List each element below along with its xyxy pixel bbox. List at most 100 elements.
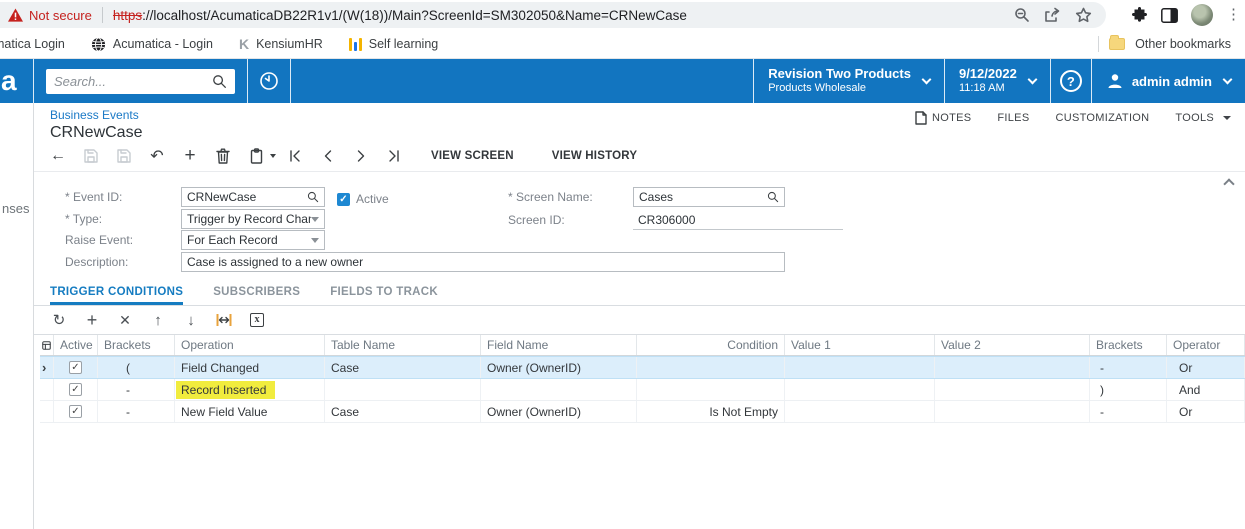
cell-value2[interactable]	[935, 401, 1090, 422]
address-bar[interactable]: Not secure https://localhost/AcumaticaDB…	[0, 2, 1106, 28]
column-header-table-name[interactable]: Table Name	[325, 335, 481, 355]
bookmark-star-icon[interactable]	[1075, 7, 1092, 23]
company-selector[interactable]: Revision Two Products Products Wholesale	[754, 59, 944, 103]
cell-value1[interactable]	[785, 401, 935, 422]
tab-fields-to-track[interactable]: FIELDS TO TRACK	[330, 286, 438, 305]
cell-condition[interactable]	[637, 379, 785, 400]
collapse-panel-icon[interactable]	[1223, 178, 1235, 190]
date-time-selector[interactable]: 9/12/2022 11:18 AM	[945, 59, 1050, 103]
share-icon[interactable]	[1044, 7, 1061, 23]
extensions-puzzle-icon[interactable]	[1131, 6, 1148, 24]
cell-brackets2[interactable]: -	[1090, 401, 1167, 422]
move-row-down-button[interactable]: ↓	[182, 311, 200, 329]
undo-button[interactable]: ↶	[147, 146, 167, 166]
column-header-field-name[interactable]: Field Name	[481, 335, 637, 355]
description-input[interactable]: Case is assigned to a new owner	[181, 252, 785, 272]
save-close-button[interactable]	[81, 146, 101, 166]
table-row[interactable]: › ✓ ( Field Changed Case Owner (OwnerID)…	[40, 356, 1245, 379]
cell-table-name[interactable]: Case	[325, 357, 481, 378]
cell-brackets2[interactable]: )	[1090, 379, 1167, 400]
cell-table-name[interactable]: Case	[325, 401, 481, 422]
fit-to-screen-button[interactable]	[215, 311, 233, 329]
event-id-input[interactable]: CRNewCase	[181, 187, 325, 207]
notes-button[interactable]: NOTES	[915, 111, 971, 125]
bookmark-item[interactable]: Self learning	[348, 37, 438, 51]
cell-operator[interactable]: Or	[1167, 357, 1245, 378]
zoom-out-icon[interactable]	[1014, 7, 1030, 23]
go-previous-button[interactable]	[318, 146, 338, 166]
delete-record-button[interactable]	[213, 146, 233, 166]
column-header-condition[interactable]: Condition	[637, 335, 785, 355]
raise-event-select[interactable]: For Each Record	[181, 230, 325, 250]
cell-operator[interactable]: And	[1167, 379, 1245, 400]
acumatica-logo[interactable]: a	[0, 61, 33, 101]
column-header-value2[interactable]: Value 2	[935, 335, 1090, 355]
table-row[interactable]: ✓ - Record Inserted ) And	[40, 379, 1245, 401]
column-header-active[interactable]: Active	[54, 335, 98, 355]
cell-operation[interactable]: Field Changed	[175, 357, 325, 378]
screen-name-input[interactable]: Cases	[633, 187, 785, 207]
bookmark-item[interactable]: K KensiumHR	[239, 36, 323, 52]
sidebar-menu-edge[interactable]: nses	[0, 103, 34, 529]
bookmark-item[interactable]: matica Login	[0, 37, 65, 51]
cell-condition[interactable]	[637, 357, 785, 378]
bookmark-item[interactable]: Acumatica - Login	[91, 36, 213, 52]
tab-subscribers[interactable]: SUBSCRIBERS	[213, 286, 300, 305]
cell-operation[interactable]: Record Inserted	[175, 379, 325, 400]
back-button[interactable]: ←	[48, 146, 68, 166]
customization-button[interactable]: CUSTOMIZATION	[1055, 112, 1149, 124]
column-header-brackets[interactable]: Brackets	[98, 335, 175, 355]
row-active-checkbox[interactable]: ✓	[69, 405, 82, 418]
cell-field-name[interactable]	[481, 379, 637, 400]
column-header-value1[interactable]: Value 1	[785, 335, 935, 355]
other-bookmarks-button[interactable]: Other bookmarks	[1135, 37, 1231, 51]
cell-brackets[interactable]: -	[98, 401, 175, 422]
cell-operator[interactable]: Or	[1167, 401, 1245, 422]
row-active-checkbox[interactable]: ✓	[69, 383, 82, 396]
cell-table-name[interactable]	[325, 379, 481, 400]
save-button[interactable]	[114, 146, 134, 166]
export-excel-button[interactable]: x	[248, 311, 266, 329]
side-panel-icon[interactable]	[1161, 7, 1178, 23]
tools-button[interactable]: TOOLS	[1175, 112, 1231, 124]
tab-trigger-conditions[interactable]: TRIGGER CONDITIONS	[50, 286, 184, 305]
column-header-operation[interactable]: Operation	[175, 335, 325, 355]
go-last-button[interactable]	[384, 146, 404, 166]
search-icon[interactable]	[212, 74, 227, 89]
cell-operation[interactable]: New Field Value	[175, 401, 325, 422]
cell-condition[interactable]: Is Not Empty	[637, 401, 785, 422]
cell-value2[interactable]	[935, 357, 1090, 378]
lookup-icon[interactable]	[307, 191, 319, 203]
refresh-button[interactable]: ↻	[50, 311, 68, 329]
column-header-operator[interactable]: Operator	[1167, 335, 1245, 355]
not-secure-label[interactable]: Not secure	[29, 8, 92, 23]
lookup-icon[interactable]	[767, 191, 779, 203]
grid-settings-button[interactable]	[40, 335, 54, 355]
cell-field-name[interactable]: Owner (OwnerID)	[481, 357, 637, 378]
add-record-button[interactable]: +	[180, 145, 200, 166]
column-header-brackets2[interactable]: Brackets	[1090, 335, 1167, 355]
active-checkbox[interactable]: ✓ Active	[337, 189, 389, 209]
cell-value1[interactable]	[785, 379, 935, 400]
row-active-checkbox[interactable]: ✓	[69, 361, 82, 374]
cell-field-name[interactable]: Owner (OwnerID)	[481, 401, 637, 422]
browser-menu-icon[interactable]: ⋮	[1226, 7, 1241, 22]
user-menu[interactable]: admin admin	[1092, 59, 1245, 103]
view-history-button[interactable]: VIEW HISTORY	[552, 150, 637, 162]
move-row-up-button[interactable]: ↑	[149, 311, 167, 329]
cell-value1[interactable]	[785, 357, 935, 378]
table-row[interactable]: ✓ - New Field Value Case Owner (OwnerID)…	[40, 401, 1245, 423]
cell-value2[interactable]	[935, 379, 1090, 400]
type-select[interactable]: Trigger by Record Change	[181, 209, 325, 229]
clipboard-menu-button[interactable]	[246, 146, 276, 166]
add-row-button[interactable]: +	[83, 310, 101, 330]
cell-brackets[interactable]: -	[98, 379, 175, 400]
go-first-button[interactable]	[285, 146, 305, 166]
delete-row-button[interactable]: ✕	[116, 311, 134, 329]
global-search-input[interactable]: Search...	[46, 68, 235, 94]
cell-brackets2[interactable]: -	[1090, 357, 1167, 378]
files-button[interactable]: FILES	[997, 112, 1029, 124]
business-date-icon[interactable]	[248, 70, 290, 92]
cell-brackets[interactable]: (	[98, 357, 175, 378]
go-next-button[interactable]	[351, 146, 371, 166]
